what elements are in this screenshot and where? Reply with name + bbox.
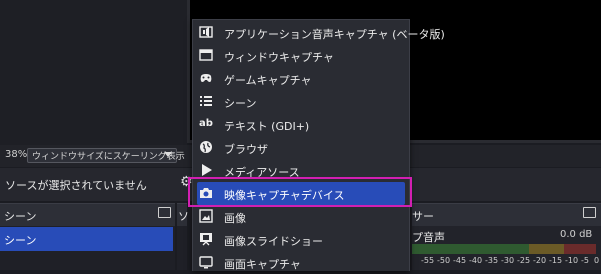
meter-tick: -15 <box>549 256 563 265</box>
sources-list <box>177 226 187 270</box>
undock-icon[interactable] <box>583 207 596 218</box>
menu-item-text-gdi[interactable]: ab テキスト (GDI+) <box>193 113 409 136</box>
highlight-annotation <box>188 177 412 207</box>
menu-item-browser[interactable]: ブラウザ <box>193 136 409 159</box>
add-source-menu: アプリケーション音声キャプチャ (ベータ版) ウィンドウキャプチャ ゲームキャプ… <box>192 19 445 274</box>
menu-item-image[interactable]: 画像 <box>193 205 409 228</box>
menu-item-window-capture[interactable]: ウィンドウキャプチャ <box>193 44 409 67</box>
meter-tick: -25 <box>517 256 531 265</box>
gamepad-icon <box>199 71 213 85</box>
scale-mode-dropdown[interactable]: ウィンドウサイズにスケーリング表示 <box>27 148 185 163</box>
play-icon <box>199 163 213 177</box>
menu-item-label: ウィンドウキャプチャ <box>224 51 334 64</box>
menu-item-label: ゲームキャプチャ <box>224 74 312 87</box>
meter-tick: 0 <box>594 256 600 265</box>
window-icon <box>199 48 213 62</box>
meter-tick: -10 <box>565 256 579 265</box>
meter-tick: -55 <box>421 256 435 265</box>
mixer-panel-title: サー <box>412 210 434 223</box>
volume-meter-yellow <box>529 244 564 254</box>
mixer-level-value: 0.0 dB <box>560 229 593 240</box>
undock-icon[interactable] <box>158 207 171 218</box>
menu-item-game-capture[interactable]: ゲームキャプチャ <box>193 67 409 90</box>
no-source-selected-text: ソースが選択されていません <box>5 179 147 192</box>
meter-tick: -30 <box>501 256 515 265</box>
menu-item-label: 画像 <box>224 212 246 225</box>
menu-item-image-slideshow[interactable]: 画像スライドショー <box>193 228 409 251</box>
menu-item-label: シーン <box>224 97 257 110</box>
menu-item-scene[interactable]: シーン <box>193 90 409 113</box>
mixer-panel-header <box>412 203 601 227</box>
meter-tick: -50 <box>437 256 451 265</box>
text-icon: ab <box>199 118 213 129</box>
menu-item-label: 画像スライドショー <box>224 235 323 248</box>
menu-item-display-capture[interactable]: 画面キャプチャ <box>193 251 409 274</box>
app-audio-icon <box>199 25 213 39</box>
meter-tick: -45 <box>453 256 467 265</box>
slideshow-icon <box>199 232 213 246</box>
left-blank-area <box>0 0 187 145</box>
menu-item-label: アプリケーション音声キャプチャ (ベータ版) <box>224 28 445 41</box>
sources-panel-title: ソ <box>178 210 189 223</box>
chevron-down-icon <box>164 152 172 157</box>
image-icon <box>199 209 213 223</box>
meter-scale: -55 -50 -45 -40 -35 -30 -25 -20 -15 -10 … <box>412 256 601 270</box>
meter-tick: -5 <box>581 256 589 265</box>
globe-icon <box>199 140 213 154</box>
monitor-icon <box>199 255 213 269</box>
menu-item-label: ブラウザ <box>224 143 268 156</box>
volume-meter-red <box>564 244 596 254</box>
scenes-panel-title: シーン <box>4 210 37 223</box>
menu-item-app-audio-capture[interactable]: アプリケーション音声キャプチャ (ベータ版) <box>193 21 445 44</box>
menu-item-label: テキスト (GDI+) <box>224 120 310 133</box>
volume-meter-green <box>412 244 529 254</box>
scene-list-item-label: シーン <box>4 234 37 247</box>
meter-tick: -20 <box>533 256 547 265</box>
mixer-source-label: プ音声 <box>412 231 445 244</box>
zoom-label: 38% <box>5 149 28 160</box>
scale-mode-value: ウィンドウサイズにスケーリング表示 <box>32 152 185 162</box>
meter-tick: -35 <box>485 256 499 265</box>
list-icon <box>199 94 213 108</box>
meter-tick: -40 <box>469 256 483 265</box>
